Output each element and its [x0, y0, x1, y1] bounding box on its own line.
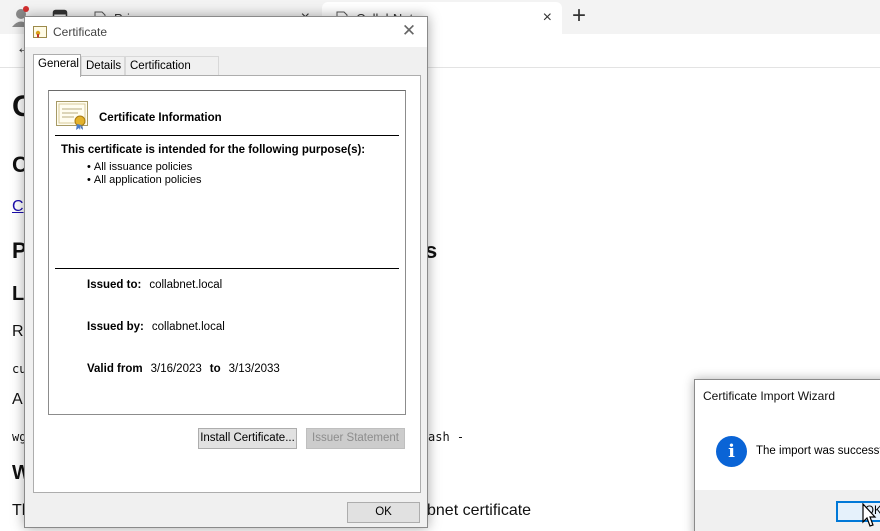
issued-to-row: Issued to: collabnet.local [87, 279, 222, 291]
close-tab-icon[interactable]: × [543, 9, 552, 27]
dialog-titlebar[interactable]: Certificate ✕ [25, 17, 427, 47]
page-code-fragment: ash - [428, 430, 465, 444]
wizard-message: The import was successf [756, 445, 880, 457]
purpose-heading: This certificate is intended for the fol… [61, 144, 366, 156]
info-title: Certificate Information [99, 112, 222, 124]
issuer-statement-button[interactable]: Issuer Statement [306, 428, 405, 449]
ok-button[interactable]: OK [347, 502, 420, 523]
page-section-heading-fragment: L [12, 283, 25, 305]
close-icon[interactable]: ✕ [399, 22, 419, 42]
certificate-dialog: Certificate ✕ General Details Certificat… [24, 16, 428, 528]
divider [55, 135, 399, 136]
purpose-list: All issuance policies All application po… [87, 161, 202, 187]
list-item: All issuance policies [87, 161, 201, 174]
page-text-fragment: bnet certificate [427, 502, 532, 519]
page-text-fragment: A [12, 391, 23, 408]
new-tab-button[interactable]: + [566, 4, 592, 30]
issued-by-value: collabnet.local [151, 321, 225, 333]
issued-by-row: Issued by: collabnet.local [87, 321, 225, 333]
install-certificate-button[interactable]: Install Certificate... [198, 428, 297, 449]
page-link-fragment[interactable]: C [12, 198, 24, 216]
tab-details[interactable]: Details [81, 56, 125, 76]
tab-certification-path[interactable]: Certification Path [125, 56, 219, 90]
list-item: All application policies [87, 174, 202, 187]
wizard-footer: OK [695, 490, 880, 531]
valid-from-label: Valid from [87, 363, 143, 375]
page-text-fragment: R [12, 323, 24, 340]
wizard-title: Certificate Import Wizard [703, 389, 836, 403]
issued-to-label: Issued to: [87, 279, 142, 291]
issued-to-value: collabnet.local [149, 279, 223, 291]
tab-general[interactable]: General [33, 54, 81, 77]
dialog-title: Certificate [53, 25, 108, 39]
valid-to-label: to [209, 363, 221, 375]
valid-to-value: 3/13/2033 [228, 363, 280, 375]
issued-by-label: Issued by: [87, 321, 144, 333]
divider [55, 268, 399, 269]
certificate-icon [33, 26, 47, 38]
mouse-cursor-icon [862, 503, 877, 527]
import-wizard-dialog: Certificate Import Wizard i The import w… [694, 379, 880, 531]
valid-from-value: 3/16/2023 [150, 363, 202, 375]
general-tab-panel: Certificate Information This certificate… [33, 75, 421, 493]
info-icon: i [716, 436, 747, 467]
certificate-icon [56, 101, 88, 130]
certificate-info-box: Certificate Information This certificate… [48, 90, 406, 415]
validity-row: Valid from 3/16/2023 to 3/13/2033 [87, 363, 280, 375]
